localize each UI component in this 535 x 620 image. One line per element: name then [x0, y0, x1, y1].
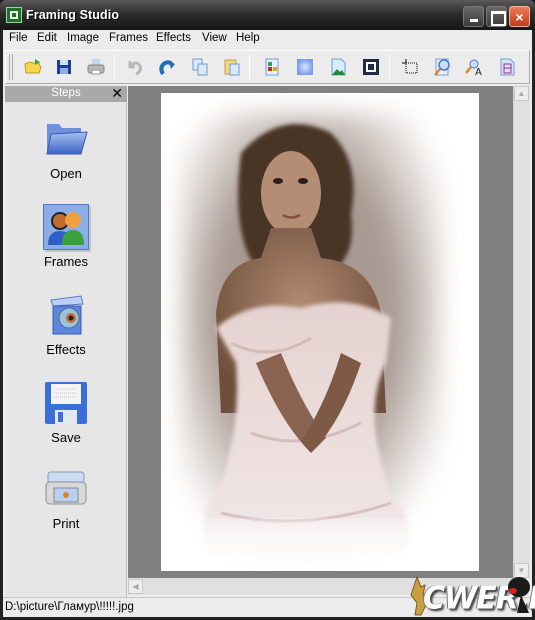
minimize-button[interactable] [463, 6, 484, 27]
redo-icon [159, 60, 175, 75]
toolbar-frame-button[interactable] [360, 56, 382, 78]
close-button[interactable]: × [509, 6, 530, 27]
cartoon-cat-icon [508, 577, 530, 613]
toolbar-separator [114, 55, 115, 79]
step-label: Frames [43, 254, 89, 269]
step-frames[interactable]: Frames [5, 204, 127, 286]
toolbar: A [5, 50, 530, 84]
toolbar-colors-button[interactable] [261, 56, 283, 78]
step-print[interactable]: Print [5, 466, 127, 548]
step-label: Open [50, 166, 82, 181]
steps-header: Steps ✕ [5, 85, 127, 102]
toolbar-blur-button[interactable] [294, 56, 316, 78]
steps-close-button[interactable]: ✕ [111, 85, 123, 102]
step-label: Save [51, 430, 81, 445]
toolbar-zoom-button[interactable] [431, 56, 453, 78]
menu-bar: File Edit Image Frames Effects View Help [3, 30, 532, 48]
color-adjust-icon [265, 58, 279, 76]
main-frame: File Edit Image Frames Effects View Help [3, 30, 532, 617]
step-save[interactable]: Save [5, 380, 127, 462]
minimize-icon [464, 7, 483, 26]
zoom-icon [434, 58, 450, 76]
printer-icon [43, 466, 89, 512]
menu-frames[interactable]: Frames [109, 32, 148, 44]
toolbar-print-button[interactable] [85, 56, 107, 78]
users-icon [43, 204, 89, 250]
framed-photo-canvas[interactable] [161, 93, 479, 571]
paste-icon [224, 59, 240, 76]
app-window: Framing Studio × File Edit Image Frames … [0, 0, 535, 620]
menu-view[interactable]: View [202, 32, 227, 44]
toolbar-film-button[interactable] [496, 56, 518, 78]
scroll-left-button[interactable]: ◀ [128, 579, 143, 594]
undo-icon [128, 61, 142, 76]
folder-icon [43, 116, 89, 162]
svg-text:A: A [475, 67, 482, 78]
step-label: Print [52, 516, 80, 531]
toolbar-separator [389, 55, 390, 79]
print-icon [87, 59, 105, 75]
save-icon [57, 60, 71, 74]
steps-title: Steps [51, 87, 81, 99]
window-title: Framing Studio [26, 8, 120, 22]
menu-effects[interactable]: Effects [156, 32, 191, 44]
toolbar-undo-button[interactable] [124, 56, 146, 78]
menu-image[interactable]: Image [67, 32, 99, 44]
step-label: Effects [46, 342, 86, 357]
file-path-status: D:\picture\Гламур\!!!!!.jpg [5, 601, 134, 613]
menu-file[interactable]: File [9, 32, 28, 44]
maximize-button[interactable] [486, 6, 507, 27]
toolbar-copy-button[interactable] [189, 56, 211, 78]
app-icon [6, 7, 22, 23]
toolbar-crop-button[interactable] [399, 56, 421, 78]
menu-help[interactable]: Help [236, 32, 260, 44]
toolbar-save-button[interactable] [53, 56, 75, 78]
frame-icon [363, 59, 379, 75]
close-icon: × [515, 9, 524, 25]
steps-panel: Steps ✕ Open Frames Effects Save Print [5, 85, 127, 597]
toolbar-image-button[interactable] [327, 56, 349, 78]
vertical-scrollbar[interactable]: ▲ ▼ [513, 86, 530, 578]
maximize-icon [487, 7, 506, 26]
copy-icon [192, 58, 208, 76]
step-open[interactable]: Open [5, 116, 127, 198]
filmstrip-icon [500, 58, 515, 76]
image-workspace[interactable] [128, 86, 513, 578]
floppy-disk-icon [43, 380, 89, 426]
toolbar-text-button[interactable]: A [463, 56, 485, 78]
step-effects[interactable]: Effects [5, 292, 127, 374]
photo-preview [161, 93, 479, 571]
text-tool-icon: A [465, 59, 482, 78]
image-icon [331, 58, 346, 76]
menu-edit[interactable]: Edit [37, 32, 57, 44]
watermark-logo: CWER.RU [405, 573, 535, 618]
toolbar-grip[interactable] [9, 54, 13, 80]
blur-icon [297, 59, 313, 75]
toolbar-open-button[interactable] [22, 56, 44, 78]
toolbar-paste-button[interactable] [221, 56, 243, 78]
toolbar-redo-button[interactable] [156, 56, 178, 78]
open-file-icon [24, 59, 42, 74]
title-bar[interactable]: Framing Studio × [0, 0, 535, 30]
toolbar-separator [249, 55, 250, 79]
effects-box-icon [43, 292, 89, 338]
scroll-up-button[interactable]: ▲ [514, 86, 529, 101]
crop-icon [402, 59, 418, 74]
